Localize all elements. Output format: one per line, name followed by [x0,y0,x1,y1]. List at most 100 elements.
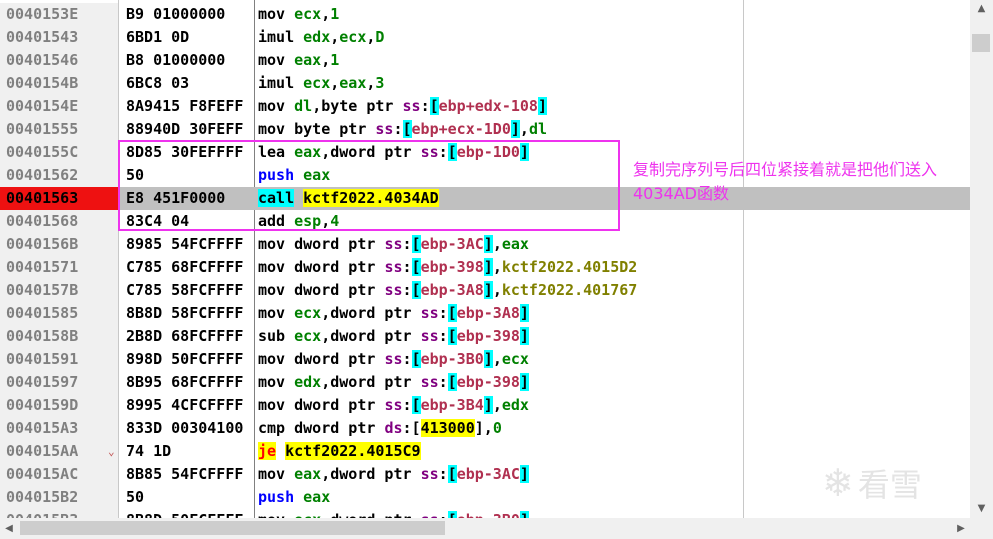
instruction-token: ebp-3B4 [420,396,484,414]
instruction-token: ] [483,281,493,299]
instruction-token [276,442,285,460]
instruction-token: ss [384,350,403,368]
instruction-token: ecx [294,511,321,518]
disasm-row[interactable]: 00401571 C785 68FCFFFF mov dword ptr ss:[e… [0,256,970,279]
bytes-cell: 6BC8 03 [126,74,190,92]
instruction-token: : [402,281,412,299]
address-cell: 0040154E [0,95,118,118]
scroll-down-icon[interactable]: ▼ [970,500,993,518]
address-cell: 0040157B [0,279,118,302]
address-cell: 0040156B [0,233,118,256]
address-cell: 0040158B [0,325,118,348]
instruction-cell: mov byte ptr ss:[ebp+ecx-1D0],dl [258,118,743,141]
disassembly-view[interactable]: 0040153E B9 01000000 mov ecx,1 00401543 6BD1… [0,0,970,518]
instruction-token: mov dword ptr [258,235,385,253]
instruction-cell: push eax [258,486,743,509]
instruction-token: , [492,350,502,368]
instruction-token: ss [420,465,439,483]
instruction-token: mov dword ptr [258,258,385,276]
instruction-token: 3 [375,74,385,92]
bytes-cell: 898D 50FCFFFF [126,350,244,368]
instruction-cell: mov dword ptr ss:[ebp-3B4],edx [258,394,743,417]
address-cell: 00401571 [0,256,118,279]
instruction-token: ebp+ecx-1D0 [411,120,511,138]
scroll-right-icon[interactable]: ▶ [952,518,970,539]
instruction-token: 0 [492,419,502,437]
instruction-cell: mov dword ptr ss:[ebp-3B0],ecx [258,348,743,371]
instruction-token: ] [519,327,529,345]
disasm-row[interactable]: 004015B3 8B8D 50FCFFFF mov ecx,dword ptr s… [0,509,970,518]
instruction-token: : [420,97,430,115]
watermark-text: 看雪 [857,466,922,504]
instruction-token: mov [258,51,295,69]
address-cell: 00401555 [0,118,118,141]
vertical-scrollbar[interactable]: ▲ ▼ [970,0,993,518]
instruction-token: , [492,258,502,276]
instruction-token: : [438,373,448,391]
disasm-row[interactable]: 00401597 8B95 68FCFFFF mov edx,dword ptr s… [0,371,970,394]
bytes-cell: B8 01000000 [126,51,226,69]
disasm-row[interactable]: 0040157B C785 58FCFFFF mov dword ptr ss:[e… [0,279,970,302]
jump-arrow-icon: ⌄ [108,445,115,458]
scroll-up-icon[interactable]: ▲ [970,0,993,18]
instruction-token: ecx [294,5,322,23]
instruction-token: ], [474,419,493,437]
disasm-row[interactable]: 0040158B 2B8D 68FCFFFF sub ecx,dword ptr s… [0,325,970,348]
instruction-token: 1 [330,51,340,69]
instruction-token: eax [303,488,331,506]
instruction-token: : [438,304,448,322]
disasm-row[interactable]: 0040156B 8985 54FCFFFF mov dword ptr ss:[e… [0,233,970,256]
disasm-row[interactable]: 0040154E 8A9415 F8FEFF mov dl,byte ptr ss:… [0,95,970,118]
horizontal-scroll-thumb[interactable] [20,521,445,535]
instruction-token: eax [294,465,322,483]
vertical-scroll-thumb[interactable] [972,34,990,52]
instruction-token: kctf2022.401767 [501,281,638,299]
bytes-cell: 88940D 30FEFF [126,120,244,138]
disasm-row[interactable]: 004015A3 833D 00304100 cmp dword ptr ds:[4… [0,417,970,440]
instruction-cell: sub ecx,dword ptr ss:[ebp-398] [258,325,743,348]
disasm-row[interactable]: 0040153E B9 01000000 mov ecx,1 [0,3,970,26]
horizontal-scrollbar[interactable]: ◀ ▶ [0,518,970,539]
instruction-cell: mov ecx,dword ptr ss:[ebp-3B0] [258,509,743,518]
instruction-token: ,dword ptr [321,373,421,391]
address-cell: 0040159D [0,394,118,417]
instruction-token: ss [420,327,439,345]
instruction-token: : [402,235,412,253]
instruction-token: eax [294,51,322,69]
disasm-row[interactable]: 00401585 8B8D 58FCFFFF mov ecx,dword ptr s… [0,302,970,325]
instruction-cell: mov dword ptr ss:[ebp-398],kctf2022.4015… [258,256,743,279]
disasm-row[interactable]: 0040159D 8995 4CFCFFFF mov dword ptr ss:[e… [0,394,970,417]
instruction-token: ss [421,511,439,518]
instruction-token: : [402,396,412,414]
instruction-token: mov [258,465,295,483]
scroll-left-icon[interactable]: ◀ [0,518,18,539]
instruction-token: ] [537,97,547,115]
disasm-row[interactable]: 00401543 6BD1 0D imul edx,ecx,D [0,26,970,49]
instruction-token: kctf2022.4015D2 [501,258,638,276]
instruction-token: ] [510,120,520,138]
instruction-token: ebp-398 [420,258,484,276]
bytes-cell: 50 [126,488,145,506]
instruction-token: ] [519,511,529,518]
disasm-row[interactable]: 0040154B 6BC8 03 imul ecx,eax,3 [0,72,970,95]
address-cell: 004015B3 [0,509,118,518]
instruction-cell: mov edx,dword ptr ss:[ebp-398] [258,371,743,394]
instruction-token: ,dword ptr [321,304,421,322]
bytes-cell: 8A9415 F8FEFF [126,97,244,115]
instruction-token: mov [258,373,295,391]
disasm-row[interactable]: 00401546 B8 01000000 mov eax,1 [0,49,970,72]
instruction-token: mov [258,5,295,23]
instruction-token: edx [303,28,331,46]
disasm-row[interactable]: 00401555 88940D 30FEFF mov byte ptr ss:[eb… [0,118,970,141]
instruction-token: , [330,28,340,46]
instruction-token: [ [447,304,457,322]
instruction-token: [ [411,281,421,299]
instruction-token: kctf2022.4015C9 [285,442,421,460]
bytes-cell: 74 1D [126,442,172,460]
disasm-row[interactable]: 00401591 898D 50FCFFFF mov dword ptr ss:[e… [0,348,970,371]
address-cell: 004015AC [0,463,118,486]
instruction-token: , [519,120,529,138]
instruction-token: ecx [303,74,331,92]
instruction-token: ecx [339,28,367,46]
bytes-cell: 8B8D 58FCFFFF [126,304,244,322]
